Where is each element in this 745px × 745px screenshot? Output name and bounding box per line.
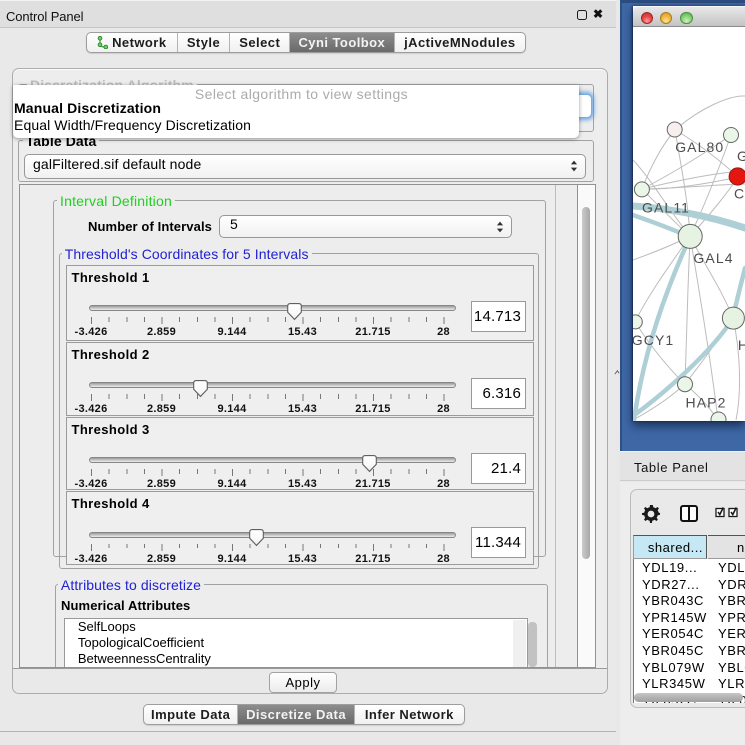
svg-text:HI: HI [738,337,745,353]
svg-text:GCY1: GCY1 [633,332,674,348]
svg-text:GAL11: GAL11 [642,200,690,216]
svg-text:CY: CY [734,186,745,202]
svg-text:GAL4: GAL4 [693,250,733,266]
svg-text:GA: GA [737,148,745,164]
svg-text:GAL80: GAL80 [675,139,724,155]
svg-text:HAP2: HAP2 [686,395,727,411]
